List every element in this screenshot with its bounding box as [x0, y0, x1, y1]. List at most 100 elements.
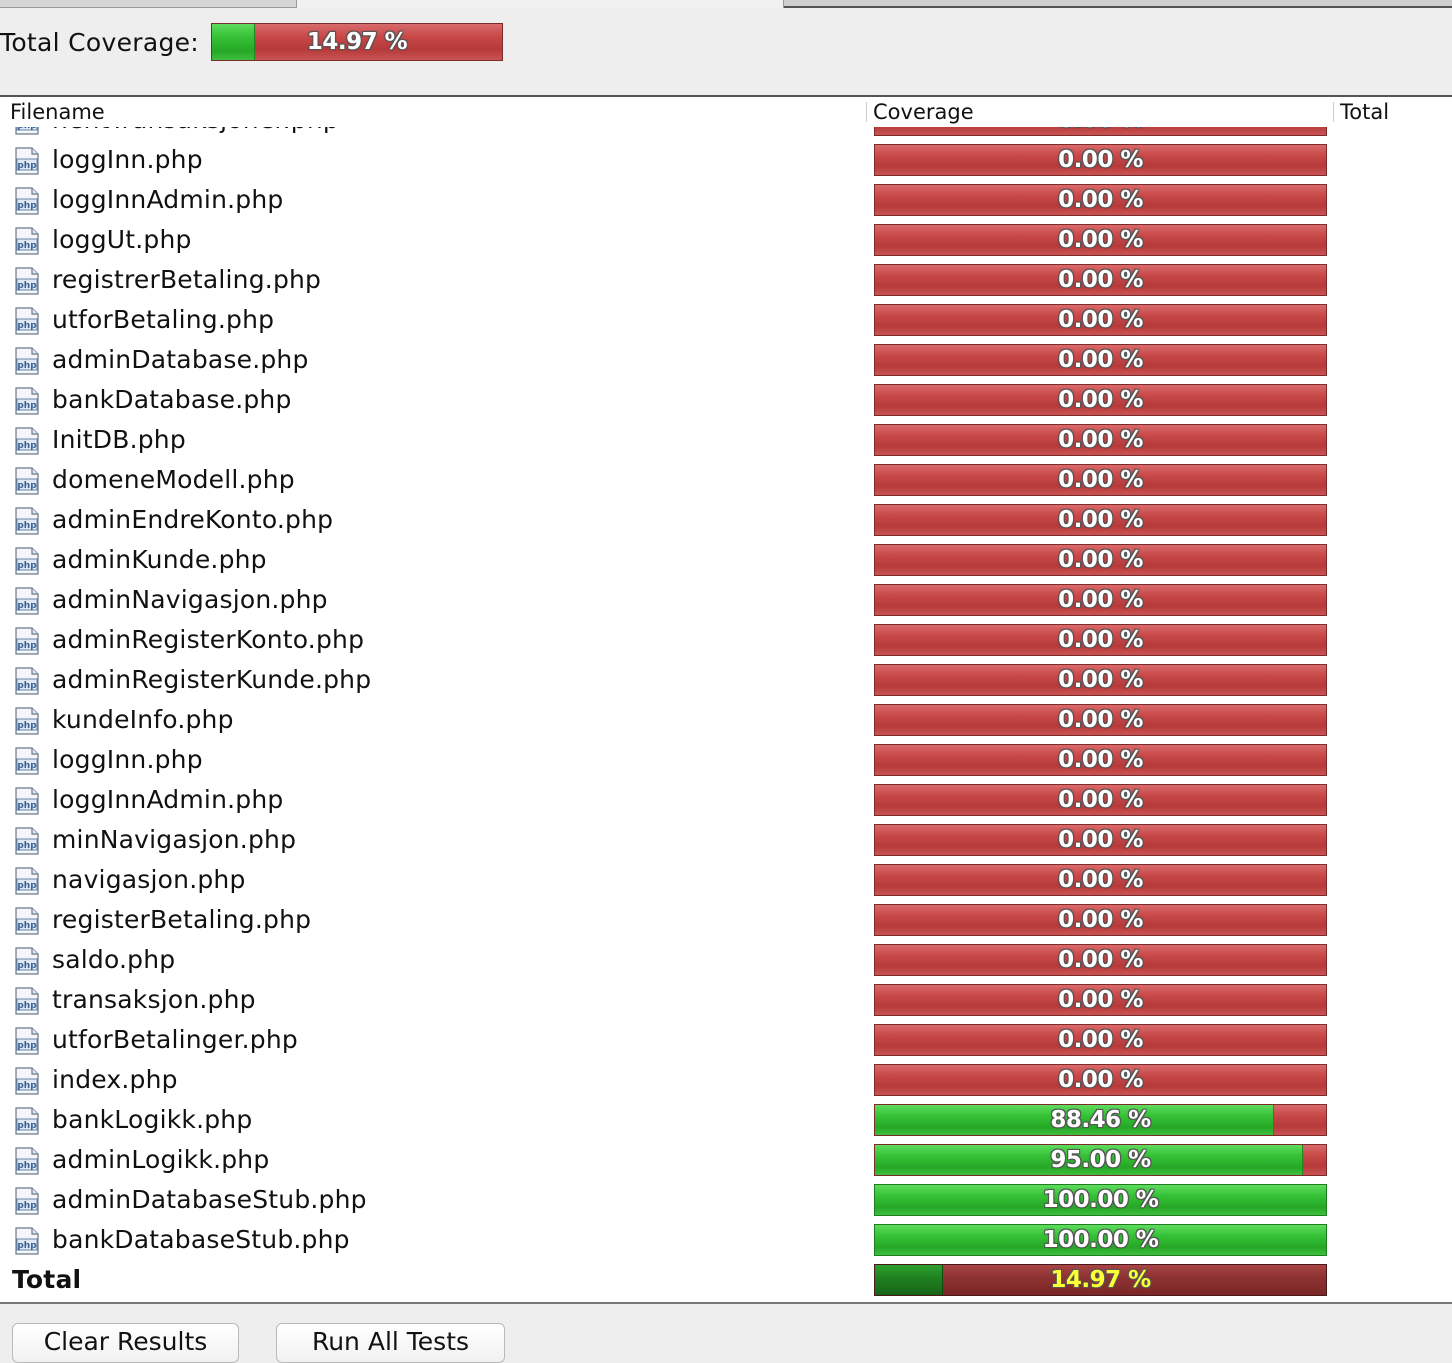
row-coverage-bar: 0.00 %: [874, 904, 1327, 936]
table-row[interactable]: php adminRegisterKunde.php 0.00 %: [0, 660, 1452, 700]
php-file-icon: php: [14, 1107, 40, 1135]
php-file-icon: php: [14, 467, 40, 495]
row-filename: bankDatabaseStub.php: [52, 1225, 350, 1254]
row-coverage-text: 0.00 %: [1058, 587, 1143, 613]
row-coverage-bar: 0.00 %: [874, 504, 1327, 536]
php-file-icon: php: [14, 947, 40, 975]
svg-text:php: php: [17, 1161, 37, 1171]
php-file-icon: php: [14, 427, 40, 455]
row-coverage-bar: 0.00 %: [874, 1064, 1327, 1096]
row-filename: navigasjon.php: [52, 865, 246, 894]
tab-left[interactable]: [0, 0, 296, 8]
php-file-icon: php: [14, 547, 40, 575]
table-row[interactable]: php adminKunde.php 0.00 %: [0, 540, 1452, 580]
row-coverage-text: 0.00 %: [1058, 907, 1143, 933]
row-coverage-bar: 0.00 %: [874, 944, 1327, 976]
row-coverage-bar: 0.00 %: [874, 464, 1327, 496]
svg-text:php: php: [17, 1121, 37, 1131]
svg-text:php: php: [17, 561, 37, 571]
tab-right[interactable]: [784, 0, 1452, 8]
table-row[interactable]: php loggInn.php 0.00 %: [0, 740, 1452, 780]
php-file-icon: php: [14, 387, 40, 415]
row-coverage-text: 0.00 %: [1058, 867, 1143, 893]
php-file-icon: php: [14, 987, 40, 1015]
php-file-icon: php: [14, 1147, 40, 1175]
table-row[interactable]: php adminLogikk.php 95.00 %: [0, 1140, 1452, 1180]
php-file-icon: php: [14, 747, 40, 775]
column-header-coverage[interactable]: Coverage: [873, 97, 974, 127]
svg-text:php: php: [17, 721, 37, 731]
row-coverage-bar: 0.00 %: [874, 664, 1327, 696]
table-row[interactable]: php loggInnAdmin.php 0.00 %: [0, 180, 1452, 220]
row-coverage-text: 0.00 %: [1058, 827, 1143, 853]
row-coverage-text: 0.00 %: [1058, 147, 1143, 173]
row-coverage-text: 0.00 %: [1058, 627, 1143, 653]
row-coverage-text: 0.00 %: [1058, 747, 1143, 773]
table-row[interactable]: php loggInn.php 0.00 %: [0, 140, 1452, 180]
php-file-icon: php: [14, 867, 40, 895]
row-coverage-text: 0.00 %: [1058, 307, 1143, 333]
row-filename: loggInn.php: [52, 145, 203, 174]
php-file-icon: php: [14, 1067, 40, 1095]
svg-text:php: php: [17, 361, 37, 371]
table-row[interactable]: php adminNavigasjon.php 0.00 %: [0, 580, 1452, 620]
table-row[interactable]: php bankDatabase.php 0.00 %: [0, 380, 1452, 420]
table-row[interactable]: php utforBetaling.php 0.00 %: [0, 300, 1452, 340]
row-coverage-bar: 0.00 %: [874, 264, 1327, 296]
table-row[interactable]: php InitDB.php 0.00 %: [0, 420, 1452, 460]
table-row[interactable]: php navigasjon.php 0.00 %: [0, 860, 1452, 900]
row-filename: adminDatabaseStub.php: [52, 1185, 367, 1214]
row-coverage-bar: 100.00 %: [874, 1224, 1327, 1256]
table-row[interactable]: php utforBetalinger.php 0.00 %: [0, 1020, 1452, 1060]
row-coverage-bar: 0.00 %: [874, 424, 1327, 456]
row-filename: adminRegisterKunde.php: [52, 665, 372, 694]
column-divider[interactable]: [1333, 102, 1334, 122]
table-row[interactable]: php adminDatabase.php 0.00 %: [0, 340, 1452, 380]
row-coverage-bar: 95.00 %: [874, 1144, 1327, 1176]
tab-strip: [0, 0, 1452, 8]
row-coverage-bar: 0.00 %: [874, 544, 1327, 576]
run-all-tests-button[interactable]: Run All Tests: [276, 1323, 505, 1363]
total-coverage-bar: 14.97 %: [211, 23, 504, 61]
table-row[interactable]: php kundeInfo.php 0.00 %: [0, 700, 1452, 740]
table-row[interactable]: php bankDatabaseStub.php 100.00 %: [0, 1220, 1452, 1260]
table-row[interactable]: php index.php 0.00 %: [0, 1060, 1452, 1100]
table-row[interactable]: php adminDatabaseStub.php 100.00 %: [0, 1180, 1452, 1220]
row-coverage-text: 0.00 %: [1058, 267, 1143, 293]
row-filename: saldo.php: [52, 945, 176, 974]
row-filename: utforBetalinger.php: [52, 1025, 298, 1054]
svg-text:php: php: [17, 441, 37, 451]
total-row-label: Total: [12, 1265, 82, 1294]
row-filename: loggUt.php: [52, 225, 192, 254]
clear-results-button[interactable]: Clear Results: [12, 1323, 239, 1363]
row-coverage-bar: 0.00 %: [874, 624, 1327, 656]
table-row[interactable]: php registrerBetaling.php 0.00 %: [0, 260, 1452, 300]
php-file-icon: php: [14, 587, 40, 615]
column-header-total[interactable]: Total: [1340, 97, 1389, 127]
table-row[interactable]: php saldo.php 0.00 %: [0, 940, 1452, 980]
column-divider[interactable]: [866, 102, 867, 122]
table-row[interactable]: php domeneModell.php 0.00 %: [0, 460, 1452, 500]
php-file-icon: php: [14, 507, 40, 535]
table-row[interactable]: php loggInnAdmin.php 0.00 %: [0, 780, 1452, 820]
php-file-icon: php: [14, 147, 40, 175]
column-header-filename[interactable]: Filename: [10, 97, 105, 127]
svg-text:php: php: [17, 1041, 37, 1051]
table-row[interactable]: php adminRegisterKonto.php 0.00 %: [0, 620, 1452, 660]
php-file-icon: php: [14, 227, 40, 255]
table-row[interactable]: php minNavigasjon.php 0.00 %: [0, 820, 1452, 860]
row-filename: transaksjon.php: [52, 985, 256, 1014]
table-row[interactable]: php registerBetaling.php 0.00 %: [0, 900, 1452, 940]
table-row[interactable]: php adminEndreKonto.php 0.00 %: [0, 500, 1452, 540]
svg-text:php: php: [17, 281, 37, 291]
row-coverage-text: 0.00 %: [1058, 547, 1143, 573]
svg-text:php: php: [17, 921, 37, 931]
total-coverage-label: Total Coverage:: [0, 27, 200, 57]
row-filename: adminDatabase.php: [52, 345, 309, 374]
row-coverage-text: 0.00 %: [1058, 227, 1143, 253]
row-coverage-text: 88.46 %: [1050, 1107, 1151, 1133]
table-row[interactable]: php transaksjon.php 0.00 %: [0, 980, 1452, 1020]
table-row[interactable]: php bankLogikk.php 88.46 %: [0, 1100, 1452, 1140]
tab-active[interactable]: [296, 0, 784, 8]
table-row[interactable]: php loggUt.php 0.00 %: [0, 220, 1452, 260]
